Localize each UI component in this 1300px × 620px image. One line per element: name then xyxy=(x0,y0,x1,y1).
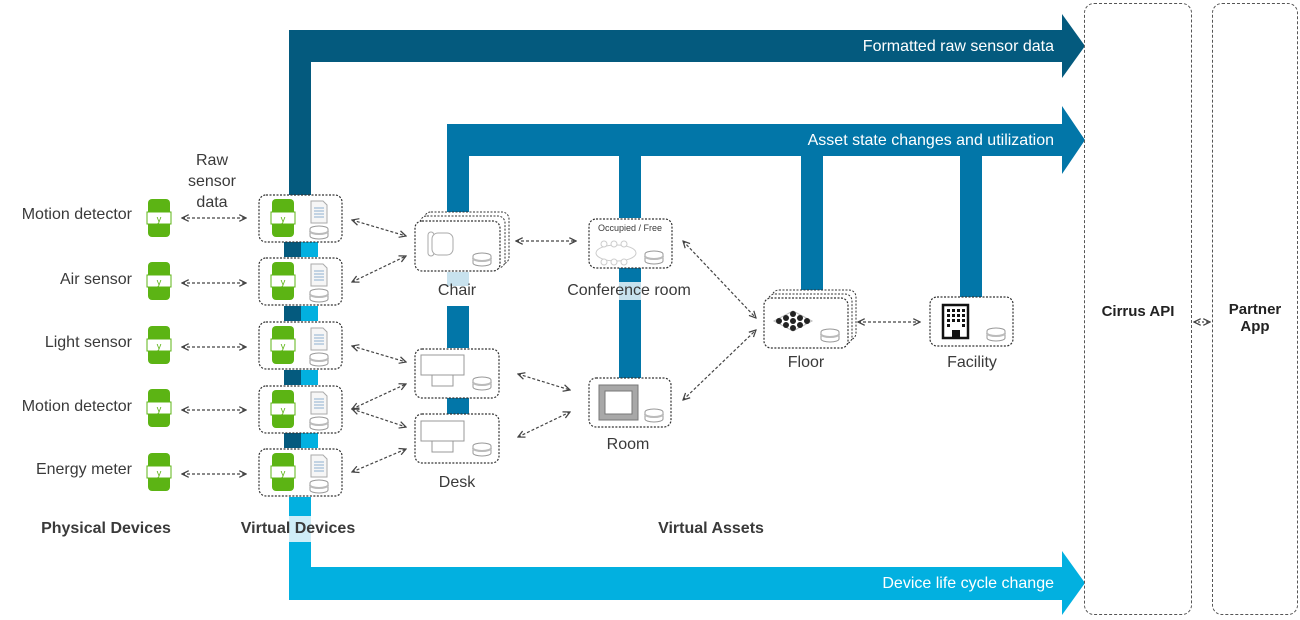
conference-room-label: Conference room xyxy=(567,282,691,299)
building-icon xyxy=(941,303,970,340)
floor-label: Floor xyxy=(787,354,825,371)
sensor-icon xyxy=(146,325,172,365)
lifecycle-flow-label: Device life cycle change xyxy=(882,575,1054,592)
floor-asset[interactable] xyxy=(763,289,857,349)
virtual-devices-heading: Virtual Devices xyxy=(240,520,356,537)
sensor-icon xyxy=(146,388,172,428)
raw-sensor-data-label: Raw sensor data xyxy=(187,152,237,211)
chair-icon xyxy=(427,231,454,257)
physical-device-label: Motion detector xyxy=(21,206,132,223)
virtual-devices xyxy=(258,194,343,497)
facility-label: Facility xyxy=(947,354,997,371)
asset-flow-label: Asset state changes and utilization xyxy=(807,132,1054,149)
cirrus-api-label: Cirrus API xyxy=(1101,303,1175,320)
virtual-assets-heading: Virtual Assets xyxy=(658,520,764,537)
physical-device-label: Energy meter xyxy=(35,461,132,478)
physical-device-label: Air sensor xyxy=(59,271,132,288)
cirrus-api-panel[interactable]: Cirrus API xyxy=(1084,3,1192,615)
room-label: Room xyxy=(606,436,650,453)
partner-label-line2: App xyxy=(1240,318,1270,335)
physical-devices-heading: Physical Devices xyxy=(41,520,171,537)
sensor-icon xyxy=(146,452,172,492)
physical-device-label: Motion detector xyxy=(21,398,132,415)
sensor-icon xyxy=(146,198,172,238)
conference-status-label: Occupied / Free xyxy=(597,223,663,233)
chair-asset[interactable] xyxy=(414,211,510,272)
partner-label-line1: Partner xyxy=(1228,301,1282,318)
chair-label: Chair xyxy=(437,282,477,299)
sensor-icon xyxy=(146,261,172,301)
physical-sensors xyxy=(146,198,172,492)
facility-asset[interactable] xyxy=(929,296,1014,347)
partner-app-panel[interactable]: Partner App xyxy=(1212,3,1298,615)
physical-device-label: Light sensor xyxy=(44,334,132,351)
raw-flow-label: Formatted raw sensor data xyxy=(862,38,1054,55)
raw-data-arrows xyxy=(182,218,246,474)
room-asset[interactable] xyxy=(588,377,672,428)
room-icon xyxy=(598,384,639,421)
desk-label: Desk xyxy=(438,474,476,491)
